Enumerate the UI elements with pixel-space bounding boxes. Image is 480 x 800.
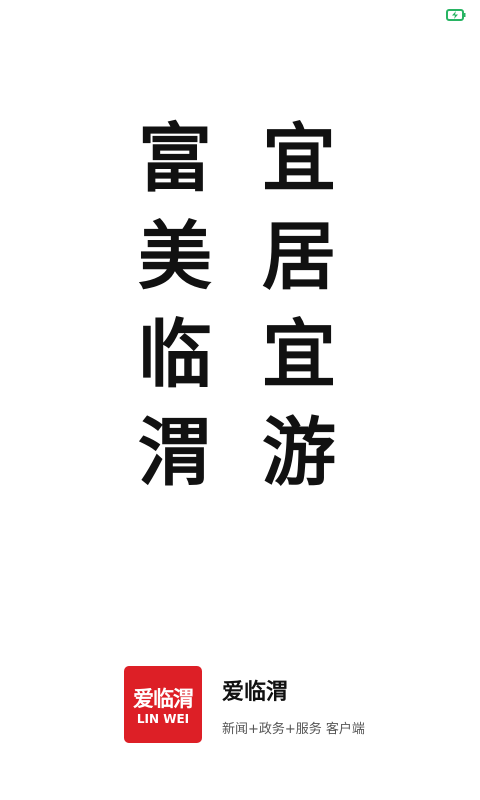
splash-screen: 富 美 临 渭 宜 居 宜 游 爱临渭 LIN WEI 爱临渭 新闻+政务+服务… [0, 0, 480, 800]
slogan-block: 富 美 临 渭 宜 居 宜 游 [136, 122, 356, 492]
app-tagline: 新闻+政务+服务 客户端 [222, 722, 365, 737]
slogan-character: 游 [262, 410, 336, 496]
slogan-left-column: 富 美 临 渭 [136, 122, 214, 490]
app-name: 爱临渭 [222, 680, 289, 705]
app-logo: 爱临渭 LIN WEI [124, 666, 202, 743]
battery-icon [446, 6, 466, 21]
slogan-character: 富 [138, 116, 212, 202]
app-logo-name: 爱临渭 [133, 687, 194, 711]
app-logo-subtitle: LIN WEI [136, 712, 190, 726]
slogan-character: 宜 [262, 116, 336, 202]
slogan-character: 美 [138, 214, 212, 300]
app-branding: 爱临渭 LIN WEI 爱临渭 新闻+政务+服务 客户端 [124, 666, 404, 746]
slogan-character: 渭 [138, 410, 212, 496]
slogan-character: 居 [262, 214, 336, 300]
status-bar [0, 0, 480, 24]
slogan-character: 宜 [262, 312, 336, 398]
slogan-character: 临 [138, 312, 212, 398]
slogan-right-column: 宜 居 宜 游 [260, 122, 338, 490]
